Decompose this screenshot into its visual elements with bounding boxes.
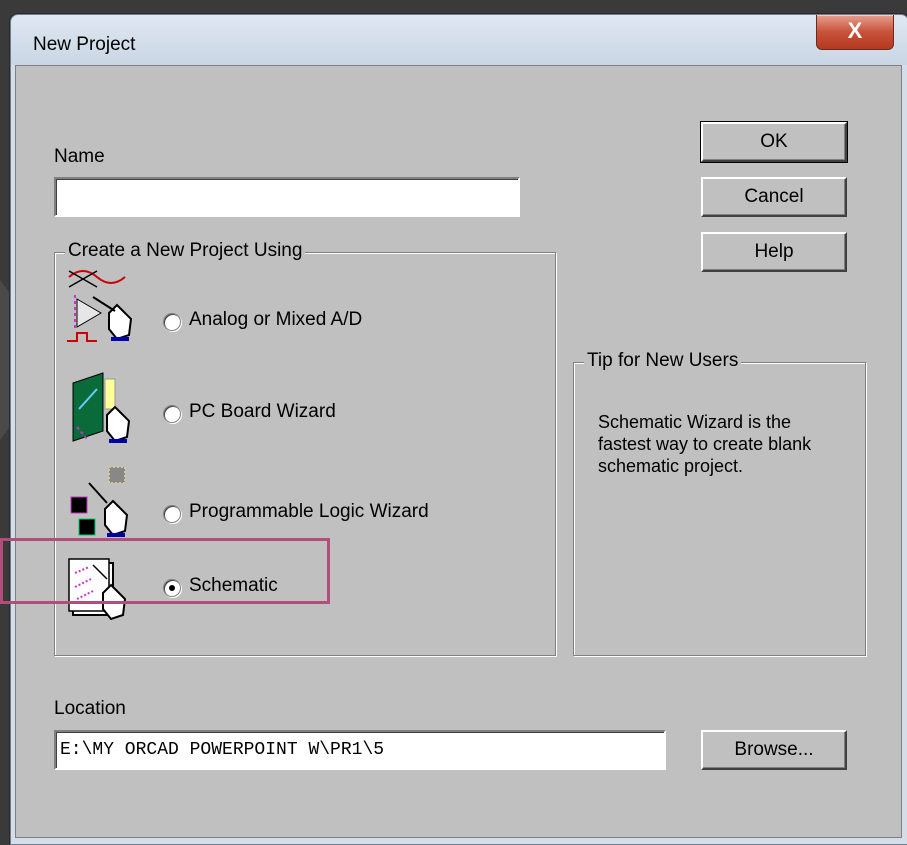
tip-group: Tip for New Users Schematic Wizard is th… (573, 350, 866, 656)
ok-button[interactable]: OK (700, 121, 848, 163)
option-label-schematic: Schematic (189, 575, 278, 596)
title-bar[interactable]: New Project X (11, 15, 907, 65)
tip-legend: Tip for New Users (584, 350, 742, 372)
option-analog-mixed[interactable]: Analog or Mixed A/D (63, 267, 483, 342)
close-button[interactable]: X (816, 15, 894, 50)
close-icon: X (847, 18, 863, 43)
radio-pc-board[interactable] (163, 405, 181, 423)
option-schematic[interactable]: Schematic (63, 549, 363, 621)
tip-line-1: Schematic Wizard is the (598, 412, 792, 432)
browse-button[interactable]: Browse... (701, 730, 847, 770)
option-label-programmable: Programmable Logic Wizard (189, 501, 429, 522)
tip-text: Schematic Wizard is the fastest way to c… (598, 411, 811, 477)
tip-line-2: fastest way to create blank (598, 434, 812, 454)
radio-schematic[interactable] (163, 579, 181, 597)
option-label-pcboard: PC Board Wizard (189, 401, 336, 422)
new-project-dialog: New Project X Name OK Cancel Help Create… (10, 14, 907, 845)
pc-board-icon (72, 372, 131, 443)
dialog-title: New Project (33, 34, 136, 55)
option-label-analog: Analog or Mixed A/D (189, 309, 363, 330)
help-button[interactable]: Help (701, 232, 847, 272)
programmable-logic-icon (70, 466, 129, 537)
location-input[interactable] (54, 730, 666, 770)
radio-programmable-logic[interactable] (163, 505, 181, 523)
name-label: Name (54, 146, 105, 167)
name-input[interactable] (54, 177, 520, 217)
cancel-button[interactable]: Cancel (701, 177, 847, 217)
dialog-client-area: Name OK Cancel Help Create a New Project… (15, 65, 902, 838)
schematic-icon (68, 558, 127, 621)
create-project-legend: Create a New Project Using (65, 240, 306, 262)
tip-line-3: schematic project. (598, 456, 744, 476)
option-pc-board[interactable]: PC Board Wizard (63, 369, 483, 443)
option-programmable-logic[interactable]: Programmable Logic Wizard (63, 463, 483, 537)
create-project-group: Create a New Project Using Analog or Mix… (54, 240, 556, 656)
location-label: Location (54, 698, 126, 719)
radio-analog-mixed[interactable] (163, 313, 181, 331)
analog-mixed-icon (67, 270, 133, 342)
